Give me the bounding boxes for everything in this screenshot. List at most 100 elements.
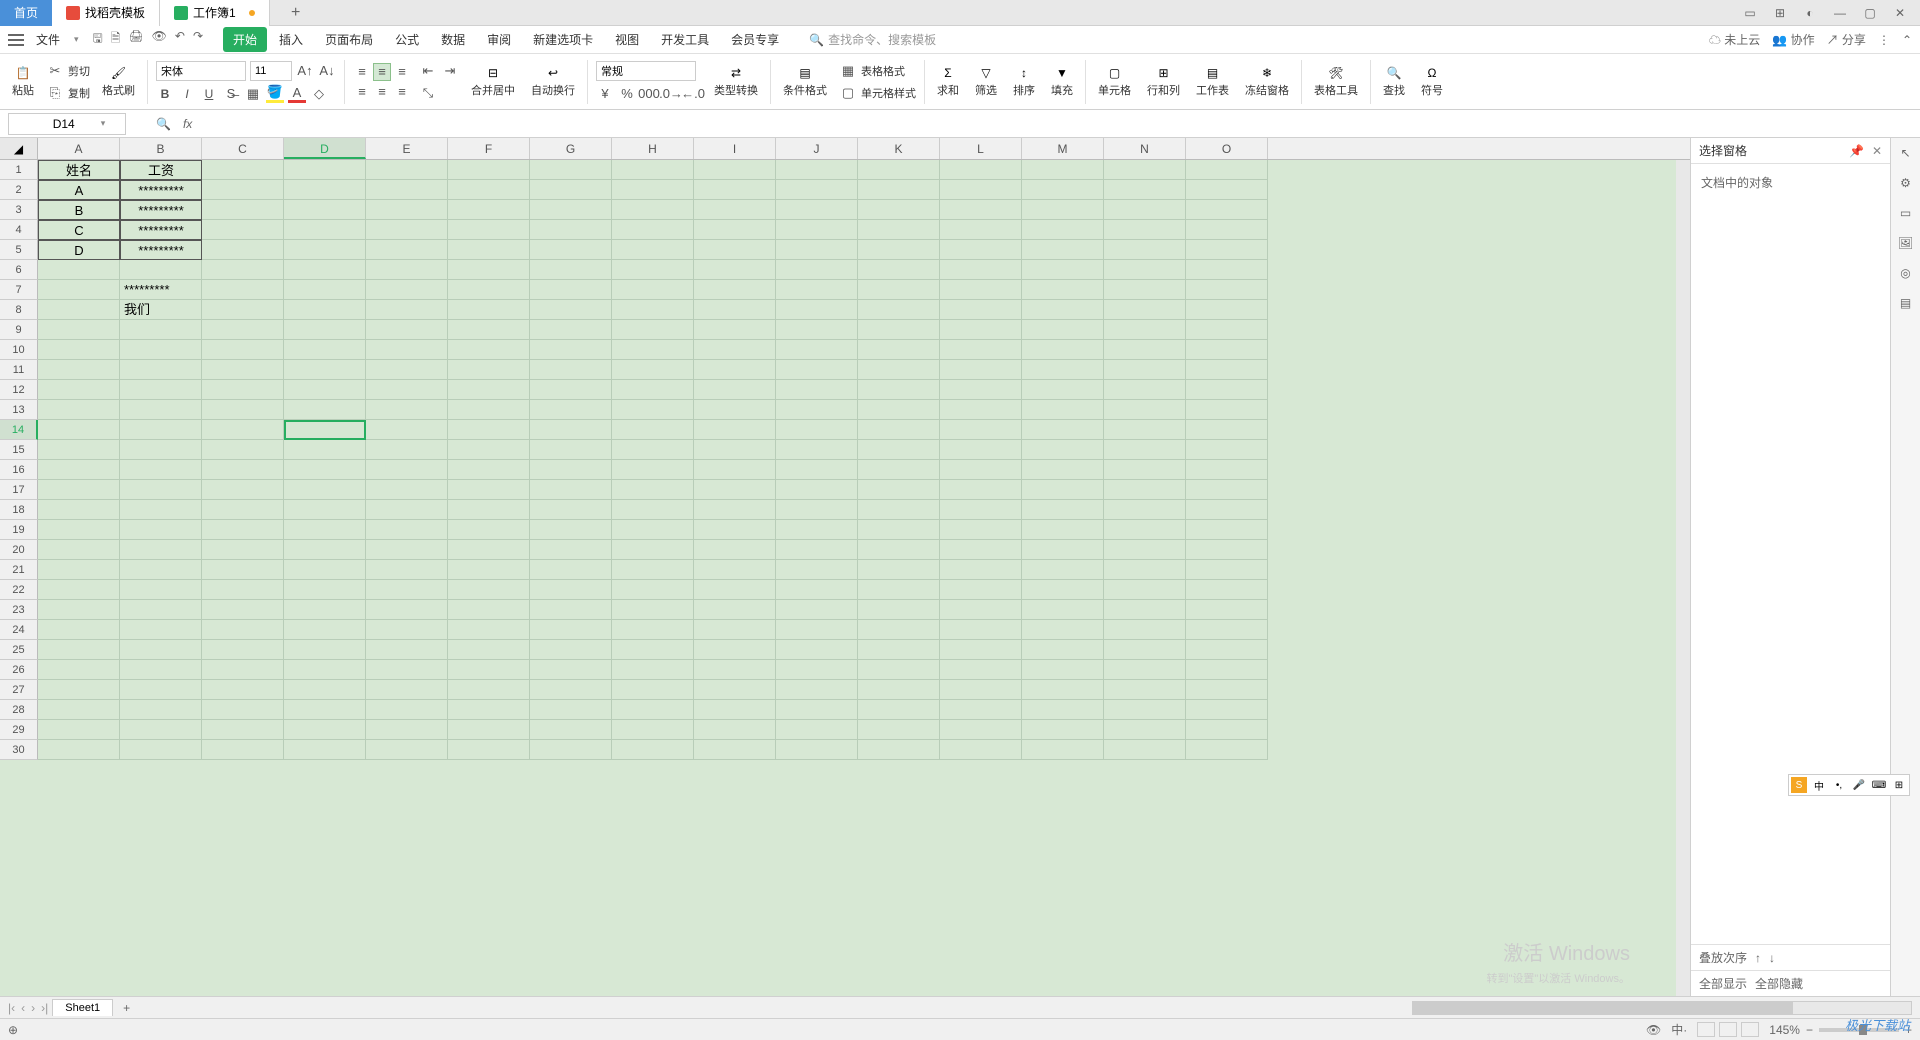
cell[interactable] [366,580,448,600]
cell[interactable] [120,340,202,360]
cell[interactable] [940,160,1022,180]
cell[interactable] [612,580,694,600]
cell[interactable] [694,360,776,380]
cell[interactable] [1186,400,1268,420]
cell[interactable] [1022,420,1104,440]
cell[interactable] [1104,280,1186,300]
cell[interactable] [448,660,530,680]
cell[interactable] [120,380,202,400]
cell[interactable] [284,240,366,260]
preview-icon[interactable]: 👁 [152,29,167,50]
cell[interactable] [858,360,940,380]
file-menu[interactable]: 文件 [28,31,68,48]
cell[interactable] [38,300,120,320]
cell[interactable] [858,160,940,180]
cell[interactable] [940,400,1022,420]
cell[interactable] [1104,700,1186,720]
cell[interactable] [858,560,940,580]
cell[interactable] [530,640,612,660]
collapse-ribbon-icon[interactable]: ⌃ [1902,33,1912,47]
cell[interactable] [530,240,612,260]
row-header[interactable]: 25 [0,640,38,660]
cell[interactable] [858,440,940,460]
lang-indicator[interactable]: 中· [1671,1021,1687,1038]
horizontal-scrollbar[interactable] [1412,1001,1912,1015]
orientation-icon[interactable]: ⤡ [419,84,437,102]
cell[interactable] [448,680,530,700]
cell[interactable] [940,340,1022,360]
cell[interactable] [1022,600,1104,620]
cell[interactable] [612,400,694,420]
cell[interactable] [284,540,366,560]
cell[interactable] [530,540,612,560]
cell[interactable] [530,200,612,220]
settings-tool-icon[interactable]: ⚙ [1900,176,1911,190]
cell[interactable] [448,560,530,580]
move-down-icon[interactable]: ↓ [1769,951,1775,965]
cell[interactable] [366,480,448,500]
indent-increase-icon[interactable]: ⇥ [441,62,459,80]
row-header[interactable]: 9 [0,320,38,340]
row-header[interactable]: 23 [0,600,38,620]
row-header[interactable]: 20 [0,540,38,560]
cell[interactable] [120,740,202,760]
cell[interactable] [284,440,366,460]
cell[interactable] [1104,580,1186,600]
cell[interactable] [202,160,284,180]
cell[interactable] [530,560,612,580]
minimize-icon[interactable]: — [1830,3,1850,23]
cell[interactable] [1022,740,1104,760]
cell[interactable] [202,500,284,520]
cell[interactable] [366,740,448,760]
cell[interactable] [858,600,940,620]
decrease-font-icon[interactable]: A↓ [318,62,336,80]
cell[interactable] [366,600,448,620]
cell[interactable] [448,480,530,500]
symbol[interactable]: Ω符号 [1417,66,1447,98]
cell[interactable] [1104,380,1186,400]
cell[interactable] [776,740,858,760]
copy-icon[interactable]: ⎘ [46,84,64,102]
cell[interactable] [776,380,858,400]
cell[interactable] [38,420,120,440]
cell[interactable] [776,500,858,520]
cell[interactable] [284,680,366,700]
cell[interactable] [858,200,940,220]
cell[interactable] [858,640,940,660]
cell[interactable] [1104,420,1186,440]
row-header[interactable]: 16 [0,460,38,480]
cell[interactable] [776,200,858,220]
cell[interactable]: ********* [120,200,202,220]
cell[interactable] [284,220,366,240]
cell[interactable] [1186,160,1268,180]
col-header-D[interactable]: D [284,138,366,159]
cell[interactable] [940,700,1022,720]
cell[interactable] [38,520,120,540]
command-search[interactable]: 🔍 查找命令、搜索模板 [809,31,936,48]
wrap-text[interactable]: ↩自动换行 [527,66,579,98]
rowcol-menu[interactable]: ⊞行和列 [1143,66,1184,98]
cell[interactable] [858,700,940,720]
cell[interactable] [448,240,530,260]
name-box[interactable]: ▾ [8,113,126,135]
col-header-F[interactable]: F [448,138,530,159]
cell[interactable] [858,720,940,740]
cell[interactable] [284,640,366,660]
ime-voice-icon[interactable]: 🎤 [1851,777,1867,793]
cell[interactable] [120,720,202,740]
cell[interactable] [448,460,530,480]
cell[interactable] [694,340,776,360]
more-icon[interactable]: ⋮ [1878,33,1890,47]
cell[interactable] [694,740,776,760]
coop-button[interactable]: 👥 协作 [1772,31,1814,48]
cell[interactable] [448,380,530,400]
row-header[interactable]: 8 [0,300,38,320]
cell[interactable] [694,600,776,620]
fill-color-icon[interactable]: 🪣 [266,85,284,103]
save-icon[interactable]: 🖫 [93,29,103,50]
cell[interactable] [940,520,1022,540]
share-button[interactable]: ↗ 分享 [1827,31,1866,48]
cell[interactable] [1022,340,1104,360]
percent-icon[interactable]: % [618,85,636,103]
cell[interactable] [366,340,448,360]
